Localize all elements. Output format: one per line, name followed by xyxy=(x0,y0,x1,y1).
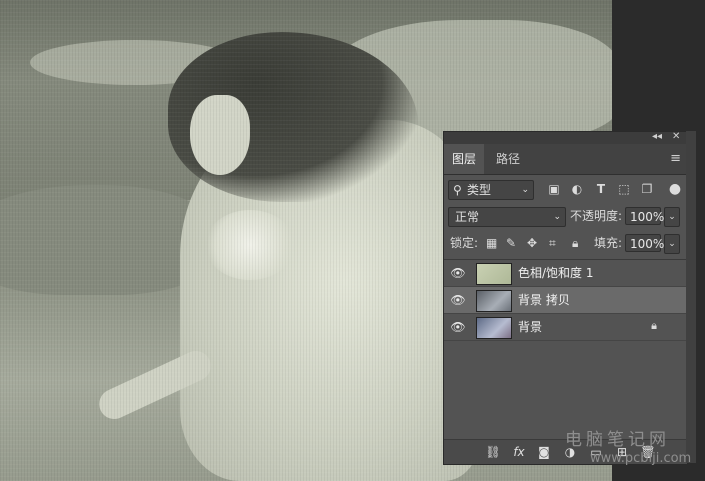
layer-row-hue-saturation[interactable]: 👁︎ 色相/饱和度 1 xyxy=(444,260,687,287)
fill-input[interactable]: 100% xyxy=(625,234,664,252)
watermark-url: www.pcbiji.com xyxy=(590,451,692,466)
layer-name: 背景 拷贝 xyxy=(518,293,570,307)
lock-transparent-icon[interactable]: ▦ xyxy=(486,234,497,252)
filter-pixel-icon[interactable]: ▣ xyxy=(545,180,563,198)
lock-paint-icon[interactable]: ✎ xyxy=(506,234,516,252)
tab-layers[interactable]: 图层 xyxy=(444,144,484,174)
tab-paths[interactable]: 路径 xyxy=(488,144,528,174)
eye-icon[interactable]: 👁︎ xyxy=(450,265,466,281)
layer-name: 色相/饱和度 1 xyxy=(518,266,594,280)
mask-icon[interactable]: ◙ xyxy=(535,443,553,461)
lock-icon: 🔒︎ xyxy=(651,319,657,332)
chevron-down-icon: ⌄ xyxy=(521,185,529,195)
layer-name: 背景 xyxy=(518,320,543,334)
chevron-down-icon: ⌄ xyxy=(553,212,561,222)
filter-smartobject-icon[interactable]: ❐ xyxy=(638,180,656,198)
close-icon[interactable]: ✕ xyxy=(672,131,680,143)
lock-label: 锁定: xyxy=(450,236,479,250)
panel-titlebar[interactable]: ◂◂ ✕ xyxy=(444,131,687,144)
lock-row: 锁定: ▦ ✎ ✥ ⌗ 🔒︎ 填充: 100% ⌄ xyxy=(444,230,687,256)
filter-adjustment-icon[interactable]: ◐ xyxy=(568,180,586,198)
watermark-text: 电脑笔记网 xyxy=(565,430,670,450)
layers-list: 👁︎ 色相/饱和度 1 👁︎ 背景 拷贝 👁︎ 背景 🔒︎ xyxy=(444,259,687,440)
panel-menu-icon[interactable]: ≡ xyxy=(670,144,681,174)
search-icon: ⚲ xyxy=(453,183,462,197)
filter-kind-label: 类型 xyxy=(467,183,492,197)
layer-thumbnail xyxy=(476,317,512,339)
panel-tabs: 图层 路径 ≡ xyxy=(444,144,687,175)
layer-thumbnail xyxy=(476,290,512,312)
link-icon[interactable]: ⛓ xyxy=(484,443,502,461)
fill-dropdown-icon[interactable]: ⌄ xyxy=(664,234,680,254)
panel-scrollbar[interactable] xyxy=(686,131,696,463)
fx-icon[interactable]: fx xyxy=(510,443,528,461)
eye-icon[interactable]: 👁︎ xyxy=(450,319,466,335)
layer-row-background-copy[interactable]: 👁︎ 背景 拷贝 xyxy=(444,287,687,314)
opacity-input[interactable]: 100% xyxy=(625,207,664,225)
opacity-dropdown-icon[interactable]: ⌄ xyxy=(664,207,680,227)
eye-icon[interactable]: 👁︎ xyxy=(450,292,466,308)
lock-artboard-icon[interactable]: ⌗ xyxy=(549,234,556,252)
opacity-label: 不透明度: xyxy=(570,209,623,223)
filter-toggle-icon[interactable]: ● xyxy=(666,180,684,198)
layer-row-background[interactable]: 👁︎ 背景 🔒︎ xyxy=(444,314,687,341)
filter-row: ⚲ 类型 ⌄ ▣ ◐ T ⬚ ❐ ● xyxy=(444,175,687,203)
filter-type-icon[interactable]: T xyxy=(592,180,610,198)
fill-label: 填充: xyxy=(594,236,623,250)
filter-shape-icon[interactable]: ⬚ xyxy=(615,180,633,198)
blend-row: 正常 ⌄ 不透明度: 100% ⌄ xyxy=(444,203,687,229)
layers-panel: ◂◂ ✕ 图层 路径 ≡ ⚲ 类型 ⌄ ▣ ◐ T ⬚ ❐ ● 正常 ⌄ 不透明… xyxy=(443,131,688,465)
filter-kind-select[interactable]: ⚲ 类型 ⌄ xyxy=(448,180,534,200)
adjustment-thumbnail xyxy=(476,263,512,285)
blend-mode-value: 正常 xyxy=(455,210,480,224)
blend-mode-select[interactable]: 正常 ⌄ xyxy=(448,207,566,227)
lock-move-icon[interactable]: ✥ xyxy=(527,234,537,252)
collapse-icon[interactable]: ◂◂ xyxy=(652,131,662,143)
lock-all-icon[interactable]: 🔒︎ xyxy=(572,234,578,252)
